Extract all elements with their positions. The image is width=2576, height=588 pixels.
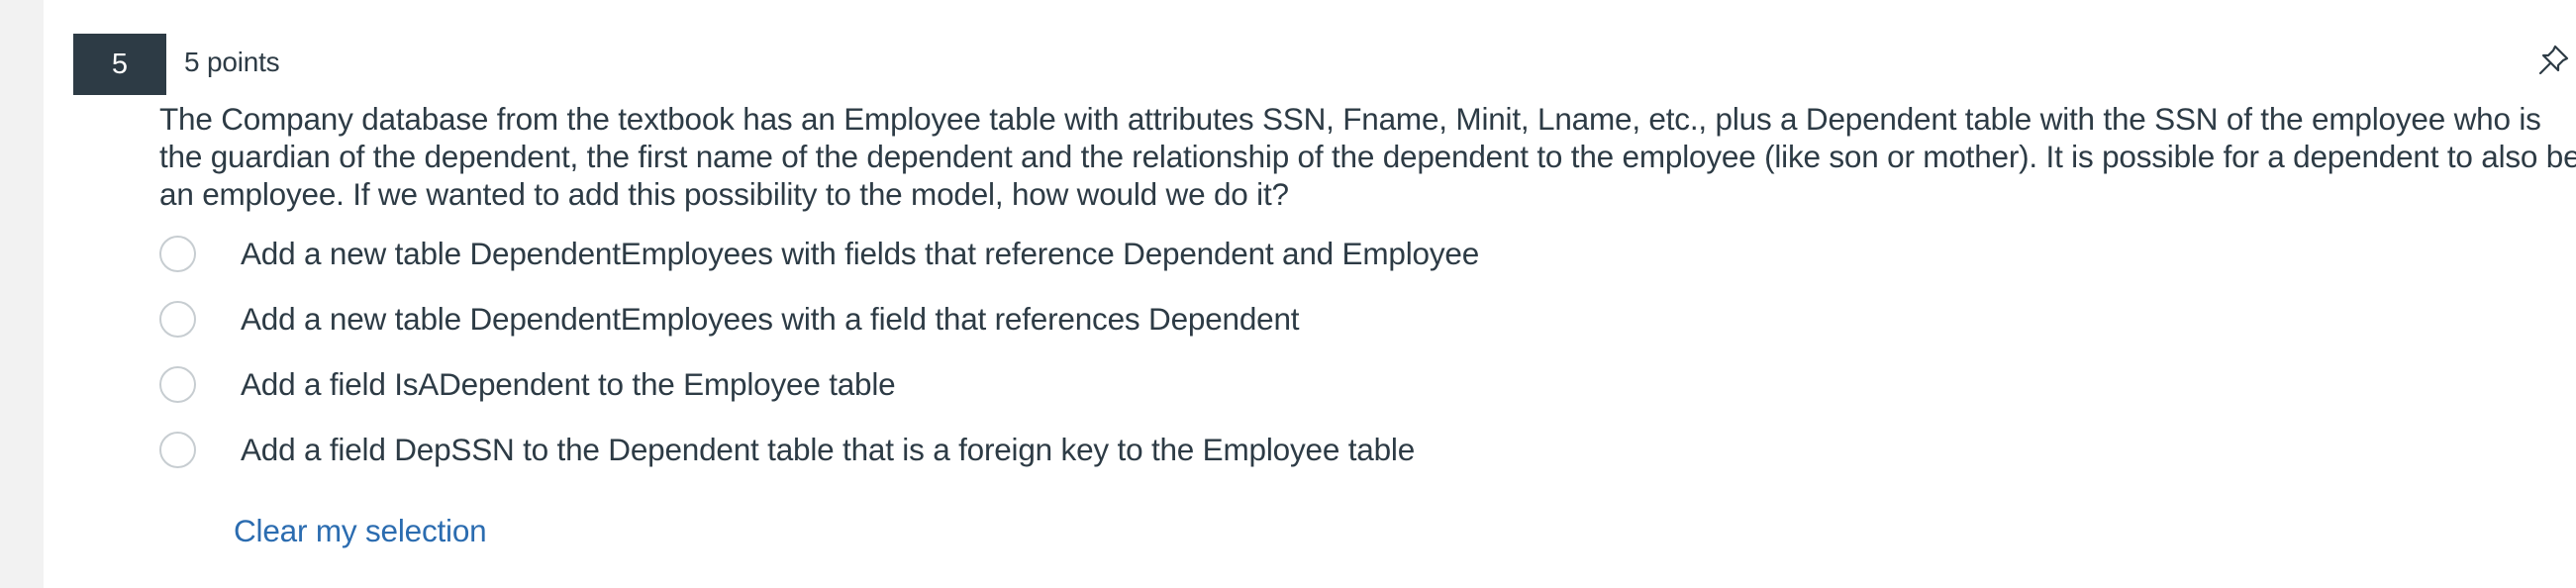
answer-option-1[interactable]: Add a new table DependentEmployees with … xyxy=(159,229,1644,278)
radio-button[interactable] xyxy=(159,300,196,338)
answer-option-2[interactable]: Add a new table DependentEmployees with … xyxy=(159,294,1644,343)
question-text: The Company database from the textbook h… xyxy=(159,101,2576,212)
pin-icon[interactable] xyxy=(2534,42,2572,79)
answer-option-label[interactable]: Add a new table DependentEmployees with … xyxy=(241,236,1479,272)
question-number: 5 xyxy=(111,48,129,80)
question-card: 5 5 points The Company database from the… xyxy=(44,0,2576,588)
pin-icon-graphic xyxy=(2538,45,2569,75)
clear-selection-link[interactable]: Clear my selection xyxy=(234,513,487,549)
answer-option-label[interactable]: Add a field IsADependent to the Employee… xyxy=(241,366,896,403)
radio-button[interactable] xyxy=(159,431,196,468)
answer-option-label[interactable]: Add a field DepSSN to the Dependent tabl… xyxy=(241,432,1415,468)
answer-option-label[interactable]: Add a new table DependentEmployees with … xyxy=(241,301,1300,338)
answer-option-3[interactable]: Add a field IsADependent to the Employee… xyxy=(159,359,1644,409)
radio-button[interactable] xyxy=(159,365,196,403)
radio-button[interactable] xyxy=(159,235,196,272)
question-points: 5 points xyxy=(184,47,280,77)
answer-option-4[interactable]: Add a field DepSSN to the Dependent tabl… xyxy=(159,425,1644,474)
question-number-badge: 5 xyxy=(73,34,166,95)
